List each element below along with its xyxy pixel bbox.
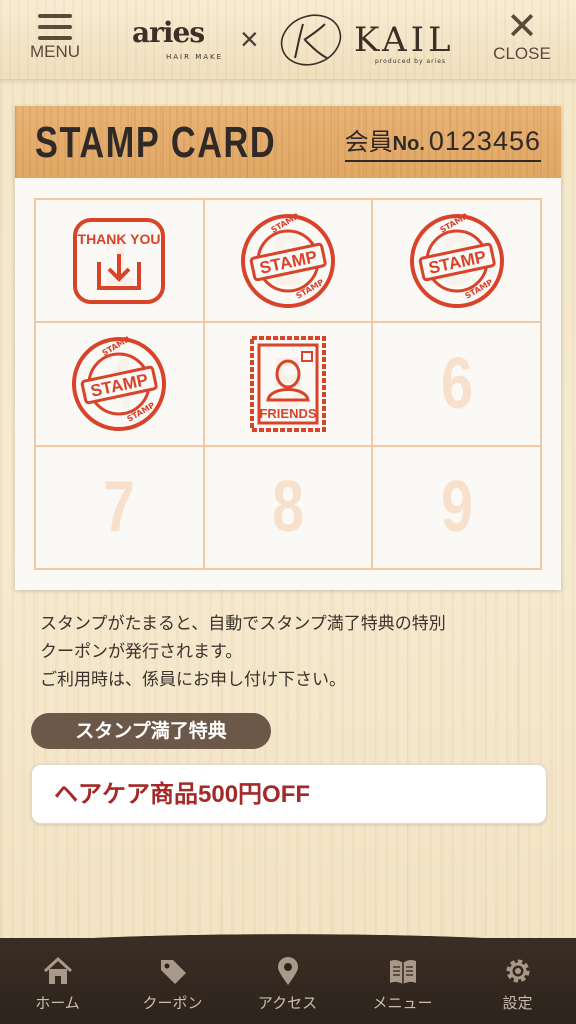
cell-number: 6 (440, 343, 473, 424)
tab-settings-label: 設定 (502, 994, 533, 1012)
brand-logo: aries HAIR MAKE × KAIL produced by aries (120, 12, 460, 68)
logo-aries: aries (132, 16, 205, 49)
tab-menu[interactable]: メニュー (345, 956, 460, 1022)
stamp-card: STAMP CARD 会員No.0123456 1 THANK YOU 2 ST… (15, 106, 561, 590)
thank-you-text: THANK YOU (78, 231, 161, 247)
stamp-cell-1: 1 THANK YOU (35, 199, 204, 323)
stamp-cell-6: 6 (372, 322, 541, 446)
close-icon: ✕ (506, 4, 538, 48)
kail-emblem-icon (280, 14, 342, 66)
stamp-cell-2: 2 STAMP STAMP STAMP (203, 199, 373, 323)
stamp-grid: 1 THANK YOU 2 STAMP STAMP STAMP 3 (34, 198, 542, 570)
logo-times: × (240, 21, 259, 57)
cell-number: 9 (440, 467, 473, 548)
round-stamp-icon: STAMP STAMP STAMP (240, 211, 335, 308)
tab-settings[interactable]: 設定 (460, 956, 575, 1022)
thank-you-stamp-icon: THANK YOU (73, 217, 166, 304)
tab-access-label: アクセス (257, 994, 318, 1012)
friends-stamp-icon: FRIENDS (249, 335, 326, 432)
reward-box: ヘアケア商品500円OFF (31, 764, 547, 824)
member-no-label: No. (392, 133, 425, 155)
logo-kail-sub: produced by aries (375, 58, 447, 65)
member-number: 会員No. 0123456 (344, 122, 541, 162)
stamp-cell-8: 8 (203, 445, 373, 569)
stamp-card-title: STAMP CARD (35, 118, 277, 167)
stamp-card-header: STAMP CARD 会員No. 0123456 (15, 106, 561, 178)
logo-kail: KAIL (354, 20, 455, 60)
close-button[interactable]: ✕ CLOSE (482, 4, 562, 72)
stamp-cell-7: 7 (35, 445, 204, 569)
app-header: MENU aries HAIR MAKE × KAIL produced by … (0, 0, 576, 80)
tab-menu-label: メニュー (372, 994, 433, 1012)
gear-icon (506, 959, 529, 983)
info-line: スタンプがたまると、自動でスタンプ満了特典の特別 (40, 614, 446, 634)
close-label: CLOSE (493, 44, 551, 63)
stamp-cell-5: 5 FRIENDS (203, 322, 373, 446)
book-icon (389, 959, 416, 984)
bottom-tab-bar: ホーム クーポン アクセス メニュー 設定 (0, 924, 576, 1024)
menu-label: MENU (29, 42, 81, 61)
hamburger-icon (38, 14, 72, 40)
tab-home[interactable]: ホーム (0, 956, 115, 1022)
logo-aries-sub: HAIR MAKE (166, 53, 224, 61)
stamp-info-text: スタンプがたまると、自動でスタンプ満了特典の特別 クーポンが発行されます。 ご利… (40, 610, 550, 694)
map-pin-icon (277, 957, 298, 985)
stamp-cell-3: 3 STAMP STAMP STAMP (372, 199, 541, 323)
tag-icon (160, 960, 186, 984)
stamp-cell-9: 9 (372, 445, 541, 569)
member-prefix: 会員 (344, 129, 393, 156)
reward-section-label: スタンプ満了特典 (31, 713, 271, 749)
round-stamp-icon: STAMP STAMP STAMP (72, 335, 167, 431)
tab-access[interactable]: アクセス (230, 956, 345, 1022)
friends-text: FRIENDS (259, 406, 316, 421)
tab-coupon-label: クーポン (142, 994, 203, 1012)
cell-number: 7 (103, 467, 136, 548)
info-line: クーポンが発行されます。 (40, 642, 243, 662)
info-line: ご利用時は、係員にお申し付け下さい。 (40, 670, 346, 690)
home-icon (43, 956, 72, 984)
tab-home-label: ホーム (35, 994, 80, 1012)
round-stamp-icon: STAMP STAMP STAMP (409, 211, 504, 308)
stamp-cell-4: 4 STAMP STAMP STAMP (35, 322, 204, 446)
menu-button[interactable]: MENU (15, 10, 95, 72)
cell-number: 8 (271, 467, 305, 548)
member-number-value: 0123456 (428, 126, 541, 156)
tab-coupon[interactable]: クーポン (115, 956, 230, 1022)
